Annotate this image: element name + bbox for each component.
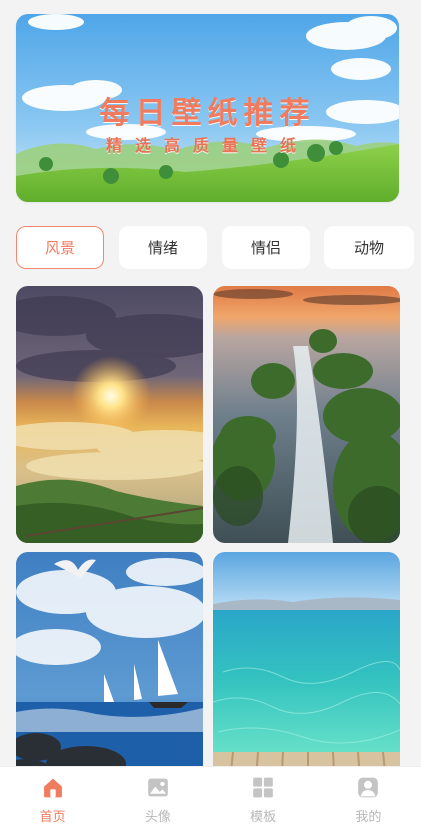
tab-animals[interactable]: 动物 [324, 226, 414, 269]
banner-subtitle: 精选高质量壁纸 [105, 136, 309, 155]
grid-icon [253, 777, 273, 798]
wallpaper-sunset-image [16, 286, 203, 543]
nav-home[interactable]: 首页 [0, 767, 105, 825]
category-tabs: 风景 情绪 情侣 动物 [16, 226, 416, 271]
nav-avatar-label: 头像 [144, 810, 171, 825]
wallpaper-card[interactable] [213, 552, 400, 792]
nav-profile-label: 我的 [355, 810, 382, 825]
tab-mood[interactable]: 情绪 [119, 226, 207, 269]
banner[interactable]: 每日壁纸推荐 精选高质量壁纸 [16, 14, 399, 202]
nav-avatar[interactable]: 头像 [105, 767, 210, 825]
wallpaper-sea-image [213, 552, 400, 792]
nav-template[interactable]: 模板 [211, 767, 316, 825]
wallpaper-sailboats-image [16, 552, 203, 792]
wallpaper-card[interactable] [16, 286, 203, 543]
user-icon [358, 777, 379, 798]
bottom-nav: 首页 头像 模板 我的 [0, 766, 421, 825]
image-icon [148, 778, 168, 797]
nav-home-label: 首页 [39, 810, 66, 825]
tab-couple[interactable]: 情侣 [222, 226, 310, 269]
wallpaper-coast-image [213, 286, 400, 543]
tab-scenery[interactable]: 风景 [16, 226, 104, 269]
nav-profile[interactable]: 我的 [316, 767, 421, 825]
nav-template-label: 模板 [250, 810, 277, 825]
wallpaper-card[interactable] [213, 286, 400, 543]
home-icon [43, 778, 62, 798]
banner-title: 每日壁纸推荐 [99, 96, 316, 131]
wallpaper-card[interactable] [16, 552, 203, 792]
